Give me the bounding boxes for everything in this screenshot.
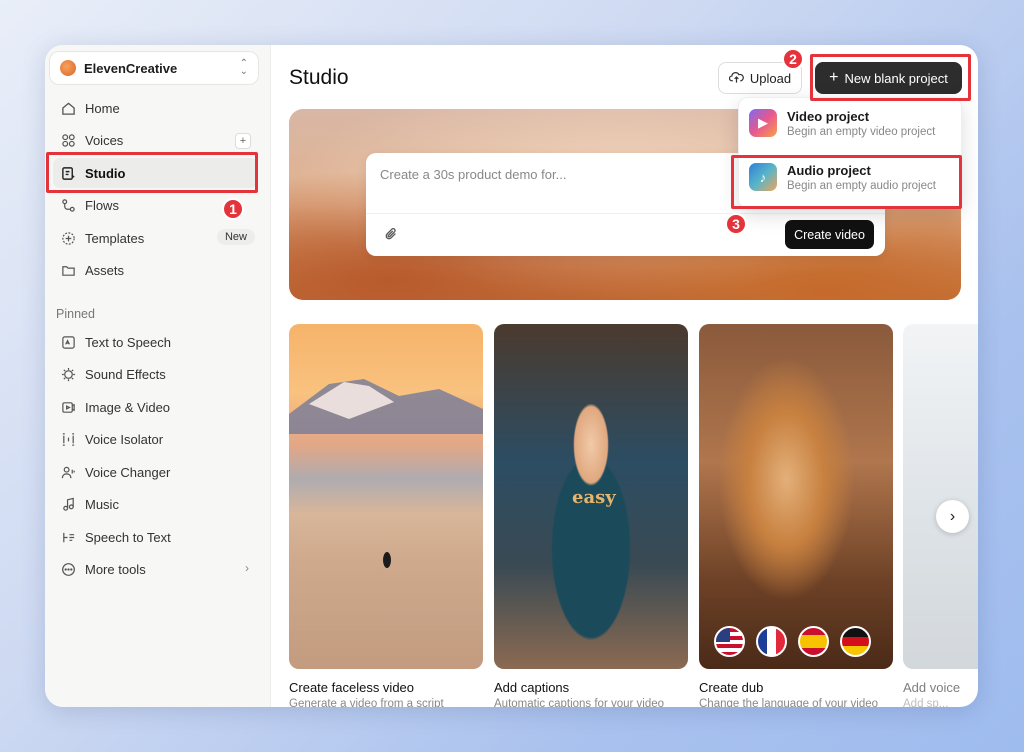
workspace-switcher[interactable]: ElevenCreative ⌃ ⌄ — [49, 51, 259, 85]
sidebar-item-voices[interactable]: Voices + — [53, 126, 257, 156]
sidebar: ElevenCreative ⌃ ⌄ Home Voices + Studio … — [45, 45, 271, 707]
card-thumbnail — [903, 324, 978, 669]
image-video-icon — [59, 398, 77, 416]
sidebar-item-image-video[interactable]: Image & Video — [53, 392, 257, 422]
card-title: Add captions — [494, 680, 570, 695]
card-thumbnail — [289, 324, 483, 669]
highlight-studio — [46, 152, 258, 193]
workspace-name: ElevenCreative — [84, 60, 178, 76]
add-voice-button[interactable]: + — [235, 132, 251, 149]
dropdown-item-title: Video project — [787, 108, 870, 124]
germany-flag-icon — [840, 626, 871, 657]
dropdown-item-video-project[interactable]: ▶ Video project Begin an empty video pro… — [749, 103, 935, 143]
highlight-new-blank-project — [810, 54, 971, 101]
highlight-audio-project — [731, 155, 962, 209]
sidebar-item-label: Voice Isolator — [85, 432, 164, 447]
prompt-divider — [366, 213, 885, 214]
step-badge-3: 3 — [725, 213, 747, 235]
us-flag-icon — [714, 626, 745, 657]
app-window: ElevenCreative ⌃ ⌄ Home Voices + Studio … — [45, 45, 978, 707]
video-project-icon: ▶ — [749, 109, 777, 137]
sidebar-item-label: More tools — [85, 562, 146, 577]
spain-flag-icon — [798, 626, 829, 657]
page-title: Studio — [289, 66, 349, 89]
sidebar-item-sound-effects[interactable]: Sound Effects — [53, 360, 257, 390]
carousel-next-button[interactable]: › — [936, 500, 969, 533]
flows-icon — [59, 197, 77, 215]
sidebar-item-label: Home — [85, 100, 120, 116]
sidebar-item-templates[interactable]: Templates New — [53, 223, 257, 253]
more-tools-icon — [59, 561, 77, 579]
folder-icon — [59, 262, 77, 280]
home-icon — [59, 99, 77, 117]
new-badge: New — [216, 229, 255, 245]
voice-isolator-icon — [59, 431, 77, 449]
card-thumbnail: easy — [494, 324, 688, 669]
card-thumbnail — [699, 324, 893, 669]
sidebar-item-voice-changer[interactable]: Voice Changer — [53, 457, 257, 487]
templates-icon — [59, 229, 77, 247]
sidebar-item-assets[interactable]: Assets — [53, 256, 257, 286]
card-subtitle: Automatic captions for your video — [494, 698, 665, 707]
pinned-section-title: Pinned — [56, 307, 95, 321]
mountain-landscape-image — [289, 379, 483, 669]
card-title: Create faceless video — [289, 680, 415, 695]
sidebar-item-label: Image & Video — [85, 399, 171, 415]
card-subtitle: Generate a video from a script — [289, 698, 444, 707]
voices-icon — [59, 132, 77, 150]
pinned-nav: Text to Speech Sound Effects Image & Vid… — [45, 327, 271, 587]
text-to-speech-icon — [59, 333, 77, 351]
paperclip-icon[interactable] — [384, 227, 398, 245]
sidebar-item-speech-to-text[interactable]: Speech to Text — [53, 522, 257, 552]
voice-changer-icon — [59, 463, 77, 481]
sidebar-item-label: Voices — [85, 133, 124, 148]
sound-effects-icon — [59, 366, 77, 384]
template-card-create-dub[interactable]: Create dub Change the language of your v… — [699, 324, 893, 707]
chevron-right-icon: › — [949, 507, 956, 525]
sidebar-item-label: Flows — [85, 198, 119, 213]
upload-label: Upload — [749, 70, 792, 86]
dropdown-item-subtitle: Begin an empty video project — [787, 125, 936, 138]
sidebar-item-label: Assets — [85, 263, 125, 278]
language-flags — [714, 626, 871, 657]
sidebar-item-label: Speech to Text — [85, 529, 171, 545]
sidebar-item-voice-isolator[interactable]: Voice Isolator — [53, 425, 257, 455]
sidebar-item-music[interactable]: Music — [53, 490, 257, 520]
music-icon — [59, 496, 77, 514]
create-video-button[interactable]: Create video — [785, 220, 874, 249]
sidebar-item-label: Voice Changer — [85, 464, 171, 480]
chevron-right-icon: › — [245, 560, 249, 575]
step-badge-1: 1 — [222, 198, 244, 220]
sidebar-item-label: Templates — [85, 230, 145, 246]
template-card-add-captions[interactable]: easy Add captions Automatic captions for… — [494, 324, 688, 707]
sidebar-item-label: Text to Speech — [85, 334, 171, 350]
main-content: Studio Upload + New blank project Create… — [271, 45, 978, 707]
speech-to-text-icon — [59, 528, 77, 546]
sidebar-item-more-tools[interactable]: More tools › — [53, 555, 257, 585]
france-flag-icon — [756, 626, 787, 657]
card-title: Create dub — [699, 680, 764, 695]
card-subtitle: Change the language of your video — [699, 698, 879, 707]
caption-overlay-text: easy — [572, 487, 616, 508]
template-card-faceless-video[interactable]: Create faceless video Generate a video f… — [289, 324, 483, 707]
card-title: Add voice — [903, 680, 961, 695]
sidebar-item-label: Sound Effects — [85, 367, 166, 382]
prompt-input[interactable]: Create a 30s product demo for... — [380, 167, 566, 182]
upload-icon — [728, 70, 744, 87]
step-badge-2: 2 — [782, 48, 804, 70]
sidebar-item-label: Music — [85, 497, 119, 512]
card-subtitle: Add sp... — [903, 698, 949, 707]
sidebar-item-text-to-speech[interactable]: Text to Speech — [53, 327, 257, 357]
sidebar-item-home[interactable]: Home — [53, 93, 257, 123]
chevron-up-down-icon: ⌃ ⌄ — [239, 58, 248, 77]
workspace-logo-icon — [60, 60, 76, 76]
